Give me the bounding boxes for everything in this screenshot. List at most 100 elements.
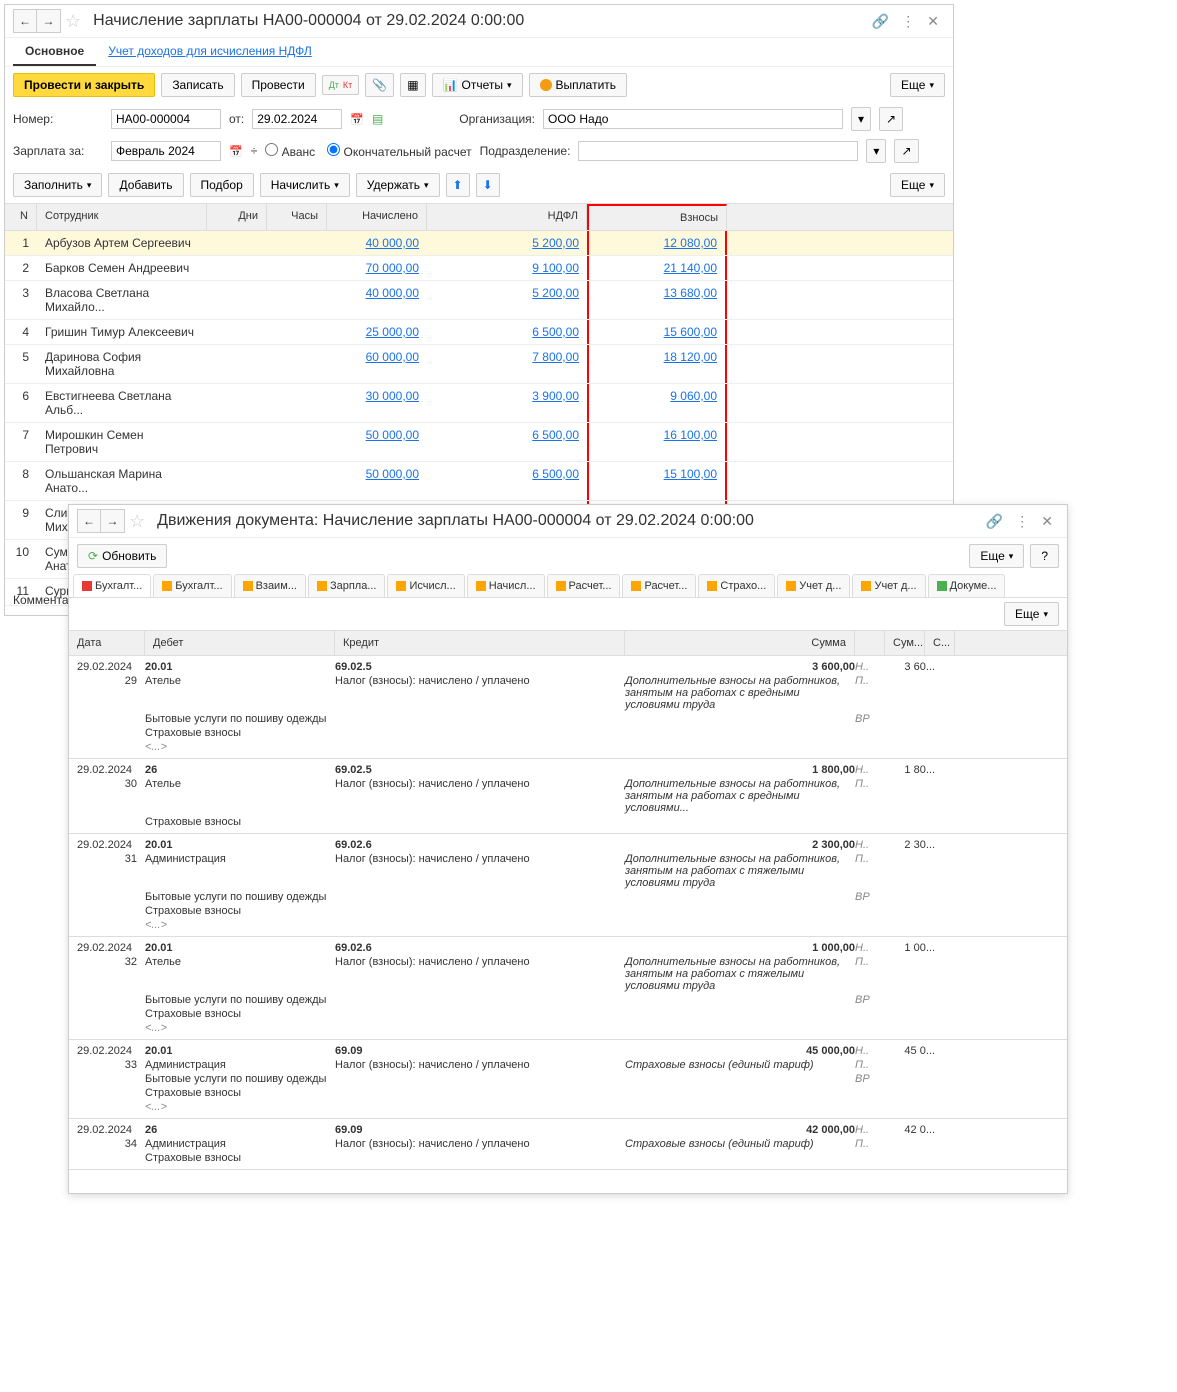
cell-accrued[interactable]: 30 000,00 <box>327 384 427 422</box>
movement-entry[interactable]: 29.02.202420.0169.02.61 000,00Н..1 00...… <box>69 937 1067 1040</box>
cell-contrib[interactable]: 13 680,00 <box>587 281 727 319</box>
cell-contrib[interactable]: 15 600,00 <box>587 320 727 344</box>
sub-close-icon[interactable]: ✕ <box>1041 513 1053 530</box>
mv-col-credit[interactable]: Кредит <box>335 631 625 655</box>
cell-accrued[interactable]: 70 000,00 <box>327 256 427 280</box>
register-tab[interactable]: Бухгалт... <box>153 574 231 597</box>
table-row[interactable]: 3Власова Светлана Михайло...40 000,005 2… <box>5 281 953 320</box>
cell-contrib[interactable]: 9 060,00 <box>587 384 727 422</box>
struct-icon[interactable]: ▦ <box>400 73 425 97</box>
back-button[interactable]: ← <box>13 9 37 33</box>
register-tab[interactable]: Бухгалт... <box>73 574 151 598</box>
tab-main[interactable]: Основное <box>13 38 96 66</box>
kebab-icon[interactable]: ⋮ <box>901 13 915 30</box>
grid-more-button[interactable]: Еще <box>890 173 945 197</box>
register-tab[interactable]: Учет д... <box>852 574 925 597</box>
register-tab[interactable]: Страхо... <box>698 574 775 597</box>
cell-accrued[interactable]: 50 000,00 <box>327 462 427 500</box>
col-contrib[interactable]: Взносы <box>587 204 727 230</box>
dept-open-icon[interactable]: ↗ <box>894 139 918 163</box>
col-accrued[interactable]: Начислено <box>327 204 427 230</box>
cell-ndfl[interactable]: 6 500,00 <box>427 423 587 461</box>
move-down-icon[interactable]: ⬇ <box>476 173 500 197</box>
col-ndfl[interactable]: НДФЛ <box>427 204 587 230</box>
tab-ndfl-link[interactable]: Учет доходов для исчисления НДФЛ <box>96 38 324 66</box>
mv-col-x1[interactable]: Сум... <box>885 631 925 655</box>
pick-button[interactable]: Подбор <box>190 173 254 197</box>
movement-entry[interactable]: 29.02.202420.0169.02.62 300,00Н..2 30...… <box>69 834 1067 937</box>
mv-col-x2[interactable]: С... <box>925 631 955 655</box>
register-tab[interactable]: Начисл... <box>467 574 545 597</box>
post-button[interactable]: Провести <box>241 73 316 97</box>
radio-advance[interactable]: Аванс <box>265 143 315 159</box>
dept-input[interactable] <box>578 141 858 161</box>
accrue-button[interactable]: Начислить <box>260 173 350 197</box>
date-input[interactable] <box>252 109 342 129</box>
register-tab[interactable]: Взаим... <box>234 574 306 597</box>
attach-icon[interactable]: 📎 <box>365 73 394 97</box>
cell-accrued[interactable]: 40 000,00 <box>327 281 427 319</box>
sub-link-icon[interactable]: 🔗 <box>986 513 1003 530</box>
sub-forward-button[interactable]: → <box>101 509 125 533</box>
post-close-button[interactable]: Провести и закрыть <box>13 73 155 97</box>
dept-dropdown-icon[interactable]: ▾ <box>866 139 886 163</box>
calendar-icon[interactable]: 📅 <box>350 113 364 126</box>
register-tab[interactable]: Исчисл... <box>387 574 464 597</box>
cell-contrib[interactable]: 18 120,00 <box>587 345 727 383</box>
cell-ndfl[interactable]: 6 500,00 <box>427 462 587 500</box>
register-tab[interactable]: Зарпла... <box>308 574 386 597</box>
radio-final[interactable]: Окончательный расчет <box>327 143 471 159</box>
forward-button[interactable]: → <box>37 9 61 33</box>
mv-col-sum[interactable]: Сумма <box>625 631 855 655</box>
sub-kebab-icon[interactable]: ⋮ <box>1015 513 1029 530</box>
register-tab[interactable]: Докуме... <box>928 574 1006 597</box>
cell-contrib[interactable]: 21 140,00 <box>587 256 727 280</box>
move-up-icon[interactable]: ⬆ <box>446 173 470 197</box>
stepper-icon[interactable]: ÷ <box>251 144 258 158</box>
register-tab[interactable]: Расчет... <box>547 574 621 597</box>
movement-entry[interactable]: 29.02.202420.0169.0945 000,00Н..45 0...3… <box>69 1040 1067 1119</box>
link-icon[interactable]: 🔗 <box>872 13 889 30</box>
cell-accrued[interactable]: 25 000,00 <box>327 320 427 344</box>
movement-entry[interactable]: 29.02.20242669.0942 000,00Н..42 0...34Ад… <box>69 1119 1067 1170</box>
movement-entry[interactable]: 29.02.20242669.02.51 800,00Н..1 80...30А… <box>69 759 1067 834</box>
sub-star-icon[interactable]: ☆ <box>129 511 145 532</box>
cell-contrib[interactable]: 15 100,00 <box>587 462 727 500</box>
more-button[interactable]: Еще <box>890 73 945 97</box>
table-row[interactable]: 1Арбузов Артем Сергеевич40 000,005 200,0… <box>5 231 953 256</box>
col-employee[interactable]: Сотрудник <box>37 204 207 230</box>
mv-col-date[interactable]: Дата <box>69 631 145 655</box>
register-tab[interactable]: Учет д... <box>777 574 850 597</box>
cell-accrued[interactable]: 40 000,00 <box>327 231 427 255</box>
cell-contrib[interactable]: 16 100,00 <box>587 423 727 461</box>
number-input[interactable] <box>111 109 221 129</box>
withhold-button[interactable]: Удержать <box>356 173 440 197</box>
org-input[interactable] <box>543 109 843 129</box>
org-dropdown-icon[interactable]: ▾ <box>851 107 871 131</box>
calendar-icon-2[interactable]: 📅 <box>229 145 243 158</box>
close-icon[interactable]: ✕ <box>927 13 939 30</box>
save-button[interactable]: Записать <box>161 73 234 97</box>
star-icon[interactable]: ☆ <box>65 11 81 32</box>
table-row[interactable]: 7Мирошкин Семен Петрович50 000,006 500,0… <box>5 423 953 462</box>
table-row[interactable]: 4Гришин Тимур Алексеевич25 000,006 500,0… <box>5 320 953 345</box>
cell-ndfl[interactable]: 9 100,00 <box>427 256 587 280</box>
cell-accrued[interactable]: 50 000,00 <box>327 423 427 461</box>
salary-period-input[interactable] <box>111 141 221 161</box>
cell-accrued[interactable]: 60 000,00 <box>327 345 427 383</box>
sub-back-button[interactable]: ← <box>77 509 101 533</box>
register-tab[interactable]: Расчет... <box>622 574 696 597</box>
mv-col-debit[interactable]: Дебет <box>145 631 335 655</box>
sub-more-button[interactable]: Еще <box>969 544 1024 568</box>
col-hours[interactable]: Часы <box>267 204 327 230</box>
cell-ndfl[interactable]: 6 500,00 <box>427 320 587 344</box>
dtkt-icon[interactable]: ДтКт <box>322 75 360 95</box>
refresh-button[interactable]: ⟳ Обновить <box>77 544 167 568</box>
reports-button[interactable]: 📊 Отчеты <box>432 73 523 97</box>
cell-contrib[interactable]: 12 080,00 <box>587 231 727 255</box>
help-button[interactable]: ? <box>1030 544 1059 568</box>
cell-ndfl[interactable]: 3 900,00 <box>427 384 587 422</box>
col-n[interactable]: N <box>5 204 37 230</box>
print-icon[interactable]: ▤ <box>372 112 383 126</box>
cell-ndfl[interactable]: 5 200,00 <box>427 231 587 255</box>
